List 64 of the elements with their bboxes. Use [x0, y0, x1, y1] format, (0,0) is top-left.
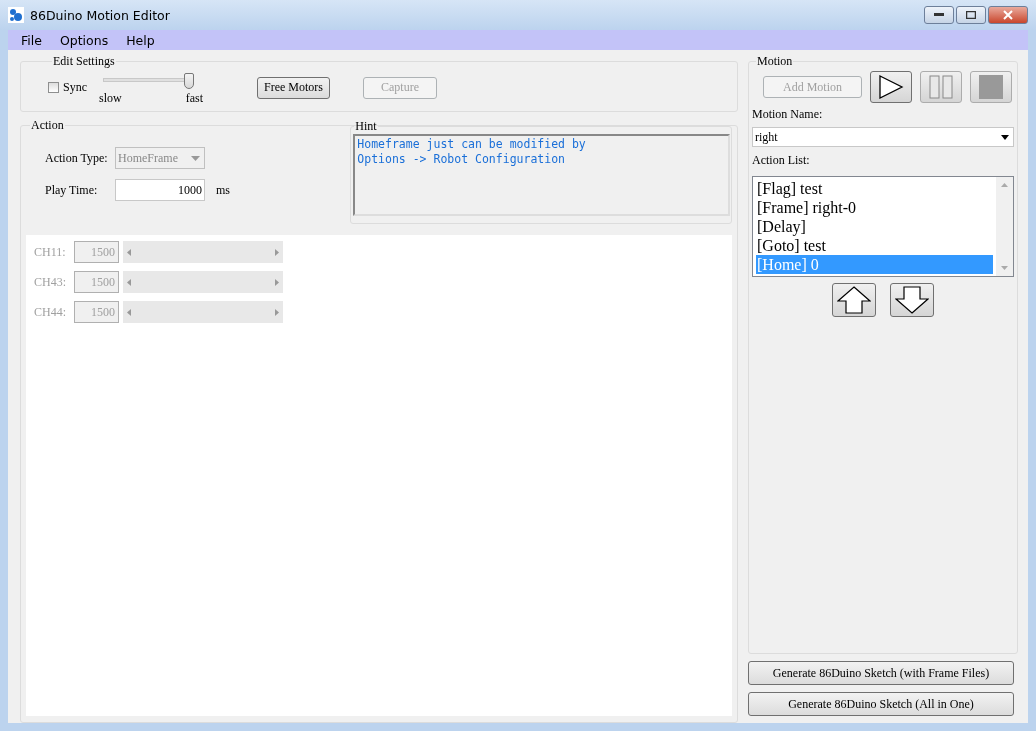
field-label: Play Time:	[45, 182, 99, 198]
hint-text: Options -> Robot Configuration	[357, 152, 567, 167]
group-title: Hint	[354, 119, 378, 134]
scroll-right-icon	[275, 308, 279, 316]
channel-label: CH44:	[34, 304, 67, 320]
play-time-field[interactable]: 1000	[115, 179, 205, 201]
minimize-button[interactable]	[924, 6, 954, 24]
scroll-down-icon	[1001, 266, 1008, 270]
stop-button[interactable]	[970, 71, 1012, 103]
group-title: Edit Settings	[52, 54, 116, 69]
scroll-left-icon	[127, 248, 131, 256]
hint-text: Homeframe just can be modified by	[357, 137, 587, 152]
menu-item[interactable]: Help	[117, 32, 164, 48]
minimize-icon	[934, 13, 944, 17]
scroll-right-icon	[275, 278, 279, 286]
channel-label: CH43:	[34, 274, 67, 290]
app-logo-icon	[8, 7, 24, 23]
scroll-left-icon	[127, 278, 131, 286]
scroll-right-icon	[275, 248, 279, 256]
motion-name-dropdown[interactable]: right	[752, 127, 1014, 147]
slider-min-label: slow	[99, 91, 122, 106]
up-arrow-icon	[837, 286, 871, 314]
play-icon	[878, 75, 904, 99]
channel-scrollbar[interactable]	[123, 241, 283, 263]
menu-item[interactable]: Options	[50, 32, 118, 48]
sync-checkbox[interactable]	[48, 82, 59, 93]
field-label: Action Type:	[45, 150, 109, 166]
move-up-button[interactable]	[832, 283, 876, 317]
slider-max-label: fast	[185, 91, 203, 106]
group-title: Action	[30, 118, 65, 133]
unit-label: ms	[216, 182, 230, 198]
action-list-item[interactable]: [Flag] test	[756, 179, 993, 198]
channel-label: CH11:	[34, 244, 67, 260]
menu-item[interactable]: File	[12, 32, 51, 48]
action-list-item[interactable]: [Frame] right-0	[756, 198, 993, 217]
field-label: Action List:	[752, 153, 811, 168]
action-list-item[interactable]: [Delay]	[756, 217, 993, 236]
speed-slider[interactable]	[103, 73, 193, 89]
free-motors-button[interactable]: Free Motors	[257, 76, 330, 99]
stop-icon	[979, 75, 1003, 99]
field-label: Motion Name:	[752, 107, 824, 122]
maximize-button[interactable]	[956, 6, 986, 24]
play-button[interactable]	[870, 71, 912, 103]
checkbox-label: Sync	[63, 80, 87, 95]
group-title: Motion	[756, 54, 794, 69]
action-list-item[interactable]: [Goto] test	[756, 236, 993, 255]
scroll-left-icon	[127, 308, 131, 316]
down-arrow-icon	[895, 286, 929, 314]
dropdown-arrow-icon	[191, 155, 200, 161]
vertical-scrollbar[interactable]	[996, 177, 1013, 276]
channel-scrollbar[interactable]	[123, 271, 283, 293]
scroll-up-icon	[1001, 183, 1008, 187]
pause-button[interactable]	[920, 71, 962, 103]
slider-thumb[interactable]	[183, 73, 194, 89]
generate-sketch-button[interactable]: Generate 86Duino Sketch (All in One)	[748, 692, 1014, 716]
maximize-icon	[966, 11, 976, 19]
move-down-button[interactable]	[890, 283, 934, 317]
window-title: 86Duino Motion Editor	[30, 7, 171, 23]
close-icon	[1003, 10, 1013, 20]
channel-scrollbar[interactable]	[123, 301, 283, 323]
close-button[interactable]	[988, 6, 1028, 24]
pause-icon	[927, 75, 955, 99]
dropdown-arrow-icon	[1001, 134, 1009, 140]
generate-sketch-button[interactable]: Generate 86Duino Sketch (with Frame Files)	[748, 661, 1014, 685]
